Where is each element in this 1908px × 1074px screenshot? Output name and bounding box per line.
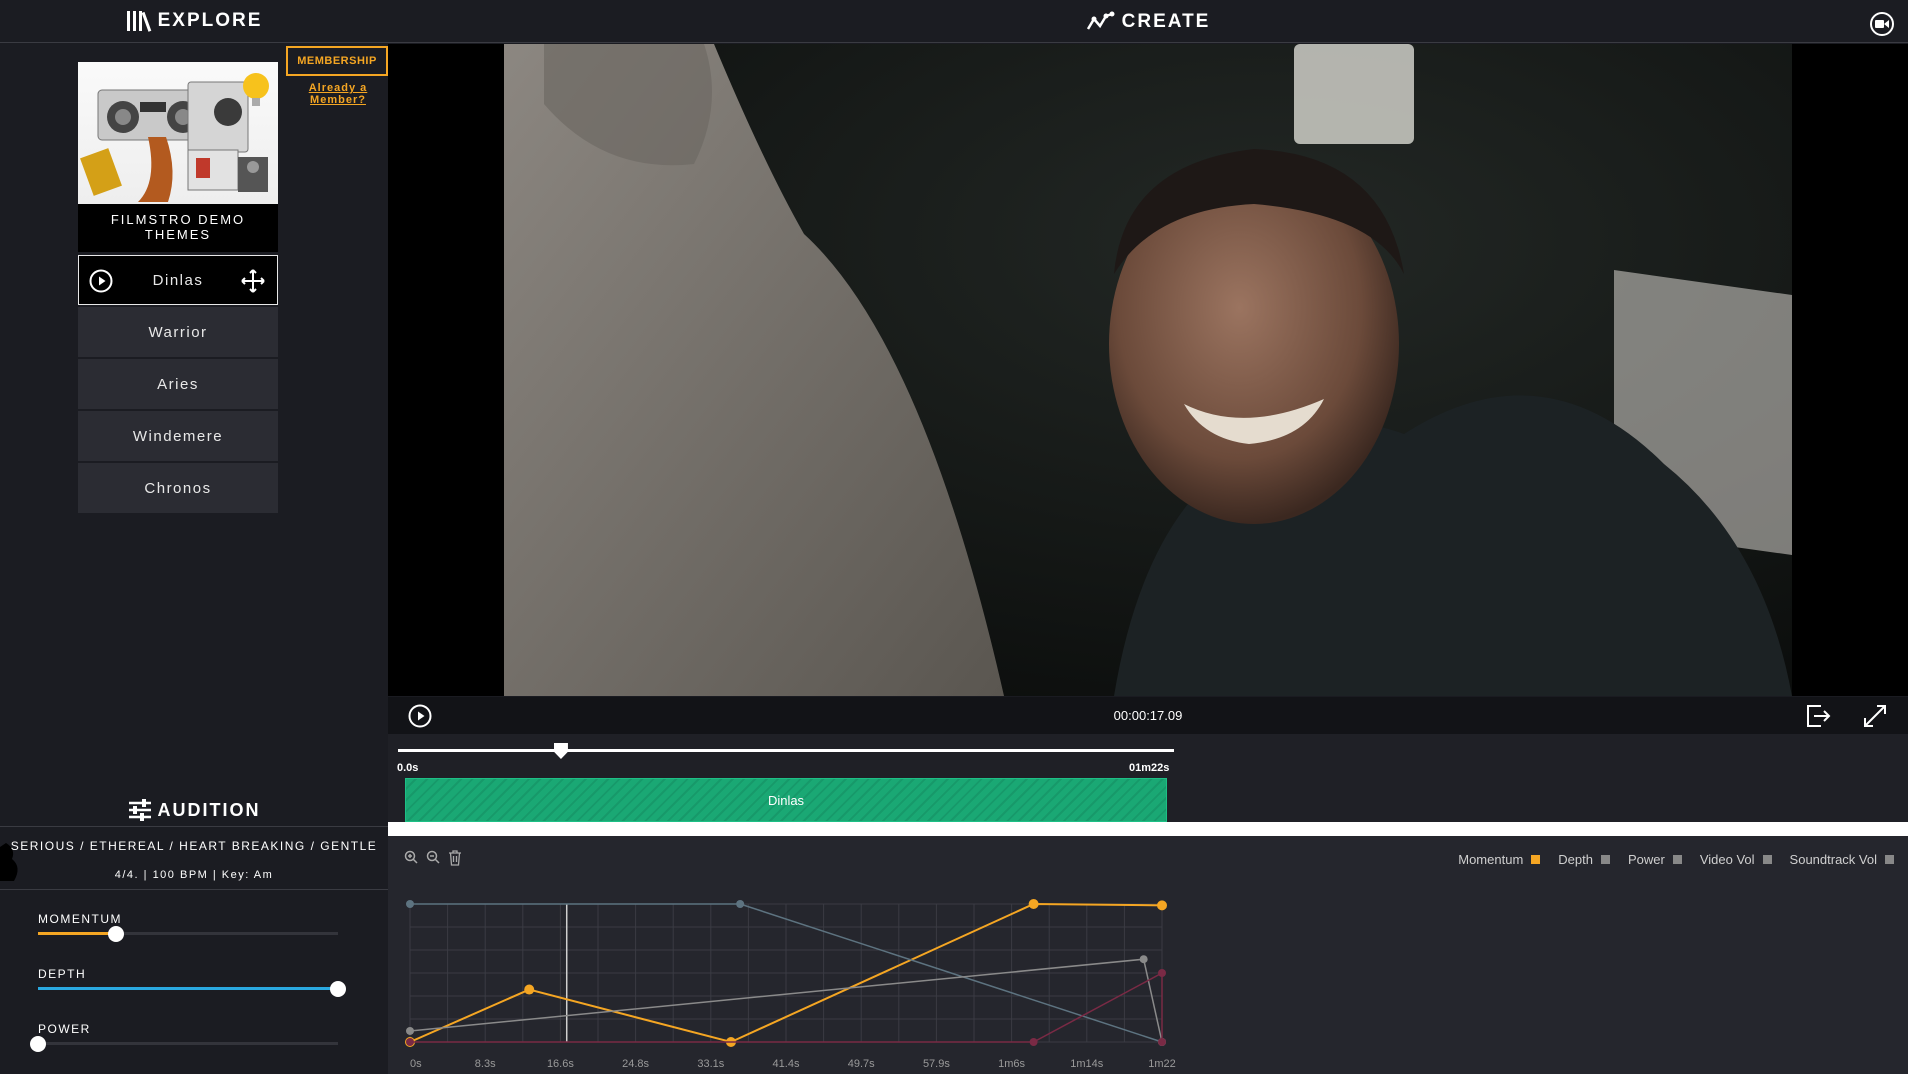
momentum-label: MOMENTUM bbox=[38, 912, 122, 926]
record-video-button[interactable] bbox=[1870, 12, 1894, 36]
data-point-soundtrack-vol bbox=[1029, 1038, 1038, 1046]
graph-legend: Momentum Depth Power Video Vol Soundtrac… bbox=[1458, 852, 1894, 867]
video-player[interactable] bbox=[388, 44, 1908, 696]
legend-power[interactable]: Power bbox=[1628, 852, 1682, 867]
data-point-momentum bbox=[1157, 900, 1167, 911]
track-info: SERIOUS / ETHEREAL / HEART BREAKING / GE… bbox=[0, 826, 388, 890]
legend-swatch bbox=[1531, 855, 1541, 864]
already-member-link[interactable]: Already a Member? bbox=[300, 82, 376, 106]
legend-swatch bbox=[1672, 855, 1682, 864]
clip-label: Dinlas bbox=[767, 792, 805, 808]
slider-thumb[interactable] bbox=[330, 981, 346, 997]
slider-fill bbox=[38, 932, 116, 935]
legend-label: Momentum bbox=[1458, 852, 1524, 867]
create-title[interactable]: CREATE bbox=[1122, 11, 1211, 33]
depth-label: DEPTH bbox=[38, 967, 87, 981]
data-point-soundtrack-vol bbox=[1158, 1038, 1166, 1046]
data-point-momentum bbox=[1028, 899, 1039, 909]
automation-chart[interactable]: 0s 8.3s 16.6s 24.8s 33.1s 41.4s 49.7s 57.9s 1m6s… bbox=[388, 836, 1208, 1074]
track-label: Warrior bbox=[148, 323, 208, 341]
curve-graph-icon bbox=[1086, 11, 1115, 30]
depth-slider[interactable] bbox=[38, 981, 346, 997]
explore-title[interactable]: EXPLORE bbox=[158, 10, 263, 32]
legend-swatch bbox=[1600, 855, 1610, 864]
audition-header: AUDITION bbox=[0, 795, 388, 825]
music-clip[interactable]: Dinlas bbox=[405, 778, 1167, 822]
power-label: POWER bbox=[38, 1022, 91, 1036]
track-label: Windemere bbox=[132, 427, 224, 445]
legend-swatch bbox=[1885, 855, 1894, 864]
automation-graph-panel: Momentum Depth Power Video Vol Soundtrac… bbox=[388, 836, 1908, 1074]
x-tick-label: 0s bbox=[410, 1058, 422, 1070]
create-topbar: CREATE bbox=[388, 0, 1908, 43]
x-tick-label: 8.3s bbox=[475, 1058, 496, 1070]
x-tick-label: 1m14s bbox=[1070, 1058, 1104, 1070]
timecode: 00:00:17.09 bbox=[1113, 708, 1183, 723]
library-icon bbox=[126, 11, 151, 32]
playhead-handle[interactable] bbox=[553, 743, 568, 759]
track-aries[interactable]: Aries bbox=[78, 359, 278, 409]
data-point-depth bbox=[406, 900, 414, 908]
theme-title: FILMSTRO DEMO THEMES bbox=[110, 212, 246, 242]
legend-soundtrack-vol[interactable]: Soundtrack Vol bbox=[1790, 852, 1894, 867]
momentum-slider[interactable] bbox=[38, 926, 338, 942]
theme-artwork bbox=[78, 62, 278, 204]
track-chronos[interactable]: Chronos bbox=[78, 463, 278, 513]
x-tick-label: 24.8s bbox=[622, 1058, 649, 1070]
x-tick-label: 16.6s bbox=[547, 1058, 574, 1070]
playback-controls: 00:00:17.09 bbox=[388, 697, 1908, 734]
slider-thumb[interactable] bbox=[108, 926, 124, 942]
x-tick-label: 1m6s bbox=[998, 1058, 1025, 1070]
fullscreen-icon[interactable] bbox=[1862, 703, 1888, 729]
x-tick-label: 49.7s bbox=[848, 1058, 875, 1070]
sliders-icon bbox=[128, 799, 151, 821]
audition-title: AUDITION bbox=[157, 799, 261, 820]
track-windemere[interactable]: Windemere bbox=[78, 411, 278, 461]
track-label: Aries bbox=[157, 375, 199, 393]
scrub-bar[interactable] bbox=[398, 743, 1174, 759]
play-circle-icon[interactable] bbox=[89, 269, 113, 293]
track-meta: 4/4. | 100 BPM | Key: Am bbox=[114, 869, 274, 881]
timeline: 0.0s 01m22s Dinlas bbox=[388, 734, 1908, 822]
data-point-soundtrack-vol bbox=[406, 1038, 414, 1046]
explore-header: EXPLORE bbox=[0, 0, 388, 43]
legend-depth[interactable]: Depth bbox=[1558, 852, 1610, 867]
slider-fill bbox=[38, 987, 338, 990]
slider-thumb[interactable] bbox=[30, 1036, 46, 1052]
mood-tags: SERIOUS / ETHEREAL / HEART BREAKING / GE… bbox=[10, 839, 378, 853]
data-point-soundtrack-vol bbox=[1158, 969, 1166, 977]
legend-swatch bbox=[1762, 855, 1772, 864]
legend-label: Video Vol bbox=[1699, 852, 1755, 867]
x-tick-label: 33.1s bbox=[697, 1058, 724, 1070]
legend-label: Depth bbox=[1558, 852, 1593, 867]
video-frame bbox=[504, 44, 1792, 696]
export-icon[interactable] bbox=[1805, 703, 1831, 729]
create-header: CREATE bbox=[388, 0, 1908, 43]
track-label: Dinlas bbox=[152, 271, 204, 289]
x-tick-label: 41.4s bbox=[773, 1058, 800, 1070]
legend-label: Power bbox=[1627, 852, 1665, 867]
data-point-power bbox=[1139, 955, 1148, 964]
track-label: Chronos bbox=[144, 479, 212, 497]
data-point-power bbox=[406, 1026, 414, 1035]
legend-video-vol[interactable]: Video Vol bbox=[1700, 852, 1772, 867]
track-dinlas[interactable]: Dinlas bbox=[78, 255, 278, 305]
power-slider[interactable] bbox=[30, 1036, 338, 1052]
explore-sidebar: EXPLORE MEMBERSHIP Already a Member? FIL… bbox=[0, 0, 388, 1074]
data-point-momentum bbox=[524, 984, 535, 995]
membership-button[interactable]: MEMBERSHIP bbox=[286, 46, 388, 76]
legend-momentum[interactable]: Momentum bbox=[1458, 852, 1541, 867]
x-tick-label: 57.9s bbox=[923, 1058, 950, 1070]
legend-label: Soundtrack Vol bbox=[1789, 852, 1877, 867]
data-point-depth bbox=[736, 900, 745, 908]
video-camera-icon bbox=[1875, 20, 1889, 28]
timeline-start: 0.0s bbox=[397, 762, 419, 774]
drag-move-icon[interactable] bbox=[241, 269, 265, 293]
timeline-end: 01m22s bbox=[1129, 762, 1170, 774]
theme-card[interactable]: FILMSTRO DEMO THEMES bbox=[78, 62, 278, 252]
x-tick-label: 1m22 bbox=[1148, 1058, 1176, 1070]
track-warrior[interactable]: Warrior bbox=[78, 307, 278, 357]
divider-bar[interactable] bbox=[388, 822, 1908, 836]
